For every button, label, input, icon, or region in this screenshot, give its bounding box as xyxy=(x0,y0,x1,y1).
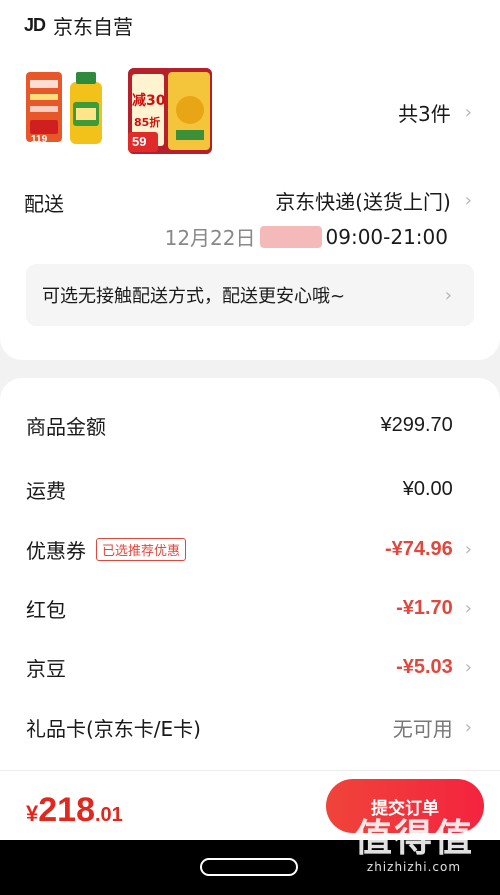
jd-logo-icon: JD xyxy=(24,14,46,35)
chevron-right-icon: › xyxy=(464,716,472,738)
watermark-logo: 值得值 xyxy=(353,816,474,860)
chevron-right-icon: › xyxy=(444,284,452,306)
row-value: 无可用 xyxy=(392,716,453,741)
total-decimal: .01 xyxy=(94,804,123,826)
row-label: 礼品卡(京东卡/E卡) xyxy=(26,716,201,741)
item-count: 共3件 xyxy=(398,102,451,126)
chevron-right-icon: › xyxy=(464,190,472,211)
delivery-method-selector[interactable]: 京东快递(送货上门) › xyxy=(275,186,472,215)
delivery-date: 12月22日 xyxy=(164,226,256,250)
row-label: 京豆 xyxy=(26,656,66,681)
delivery-label: 配送 xyxy=(24,192,64,216)
row-coupon[interactable]: 优惠券 已选推荐优惠 -¥74.96 › xyxy=(26,532,472,566)
chevron-right-icon: › xyxy=(464,538,472,560)
chevron-right-icon: › xyxy=(464,656,472,678)
delivery-time: 12月22日 09:00-21:00 xyxy=(165,222,448,251)
tip-text: 可选无接触配送方式，配送更安心哦~ xyxy=(42,286,346,307)
price-summary-card: 商品金额 ¥299.70› 运费 ¥0.00› 优惠券 已选推荐优惠 -¥74.… xyxy=(0,378,500,778)
row-red-packet[interactable]: 红包 -¥1.70 › xyxy=(26,591,472,625)
row-label: 运费 xyxy=(26,478,66,503)
price-badge: 119 xyxy=(31,134,48,145)
promo-headline: 减30 xyxy=(132,93,166,109)
row-value: ¥299.70 xyxy=(380,413,453,436)
chevron-right-icon: › xyxy=(464,597,472,619)
home-indicator[interactable] xyxy=(200,858,298,876)
currency-symbol: ¥ xyxy=(26,801,39,826)
row-value: ¥0.00 xyxy=(402,477,453,500)
delivery-method: 京东快递(送货上门) xyxy=(275,190,451,214)
row-shipping: 运费 ¥0.00› xyxy=(26,472,472,506)
shop-header[interactable]: JD 京东自营 xyxy=(24,10,133,40)
coupon-recommended-tag: 已选推荐优惠 xyxy=(96,537,187,561)
row-label: 商品金额 xyxy=(26,414,106,439)
product-thumbnails[interactable]: 119 减30 85折 59 xyxy=(24,68,212,154)
watermark-site: zhizhizhi.com xyxy=(366,860,462,874)
row-goods-amount: 商品金额 ¥299.70› xyxy=(26,408,472,442)
chevron-right-icon: › xyxy=(464,102,472,123)
total-integer: 218 xyxy=(38,791,95,829)
promo-price: 59 xyxy=(132,134,147,149)
row-label: 红包 xyxy=(26,597,66,622)
row-value: -¥1.70 xyxy=(396,596,453,619)
shop-name: 京东自营 xyxy=(53,14,134,39)
delivery-time-window: 09:00-21:00 xyxy=(325,224,449,249)
row-gift-card[interactable]: 礼品卡(京东卡/E卡) 无可用 › xyxy=(26,710,472,744)
row-value: -¥74.96 xyxy=(384,537,453,560)
row-label: 优惠券 xyxy=(26,538,86,563)
row-jd-beans[interactable]: 京豆 -¥5.03 › xyxy=(26,650,472,684)
order-shop-card: JD 京东自营 119 减30 85折 59 共3件 › 配送 京东快递(送货上… xyxy=(0,0,500,360)
product-thumbnail-corn[interactable]: 减30 85折 59 xyxy=(128,68,212,154)
order-total: ¥218.01 xyxy=(26,791,123,830)
row-value: -¥5.03 xyxy=(396,655,453,678)
promo-discount: 85折 xyxy=(134,116,161,129)
product-thumbnail-oil[interactable]: 119 xyxy=(24,68,108,154)
item-count-link[interactable]: 共3件 › xyxy=(398,98,472,127)
watermark: 值得值 zhizhizhi.com xyxy=(344,816,484,890)
blurred-weekday xyxy=(259,225,322,248)
contactless-delivery-tip[interactable]: 可选无接触配送方式，配送更安心哦~ › xyxy=(26,264,474,326)
